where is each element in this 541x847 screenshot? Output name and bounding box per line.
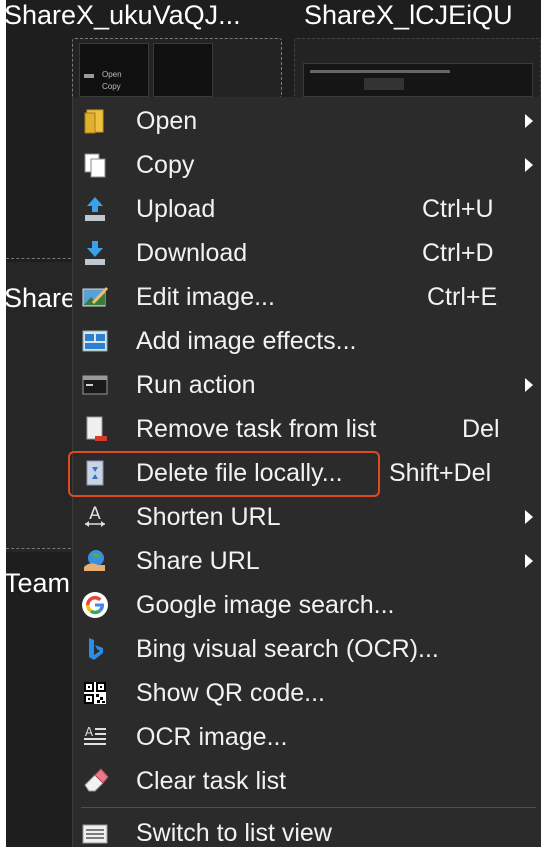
menu-item-shortcut: Ctrl+U [422, 195, 494, 223]
menu-item-add-image-effects[interactable]: Add image effects... [73, 319, 541, 363]
menu-item-shortcut: Ctrl+D [422, 239, 494, 267]
menu-item-shortcut: Shift+Del [389, 459, 492, 487]
menu-item-label: Bing visual search (OCR)... [136, 635, 439, 663]
thumbnail-item-open: Open [102, 70, 122, 79]
menu-item-label: Run action [136, 371, 256, 399]
menu-item-remove-task[interactable]: Remove task from list Del [73, 407, 541, 451]
menu-item-label: OCR image... [136, 723, 288, 751]
task-thumbnail-2[interactable] [294, 38, 541, 98]
menu-item-open[interactable]: Open [73, 99, 541, 143]
open-folder-icon [84, 109, 104, 134]
submenu-arrow-icon [525, 510, 533, 524]
thumbnail-bullet [84, 74, 94, 78]
ocr-icon: A [84, 725, 106, 745]
menu-item-label: Open [136, 107, 198, 135]
shorten-url-icon: A [85, 504, 105, 527]
menu-item-run-action[interactable]: Run action [73, 363, 541, 407]
thumbnail-item-copy: Copy [102, 82, 121, 91]
menu-item-switch-to-list-view[interactable]: Switch to list view [73, 811, 541, 847]
task-tab-2[interactable]: ShareX_lCJEiQU [304, 0, 541, 32]
menu-item-share-url[interactable]: Share URL [73, 539, 541, 583]
menu-item-copy[interactable]: Copy [73, 143, 541, 187]
remove-task-icon [86, 416, 107, 441]
menu-item-label: Show QR code... [136, 679, 325, 707]
menu-item-clear-task-list[interactable]: Clear task list [73, 759, 541, 803]
menu-item-label: Shorten URL [136, 503, 281, 531]
menu-item-ocr-image[interactable]: A OCR image... [73, 715, 541, 759]
task-thumbnail-1[interactable]: Open Copy [72, 38, 282, 98]
thumbnail-bar [310, 70, 450, 73]
bing-icon [89, 638, 103, 660]
menu-item-label: Clear task list [136, 767, 287, 795]
share-url-icon [84, 550, 105, 571]
edit-image-icon [82, 286, 109, 307]
thumbnail-preview-left: Open Copy [79, 43, 149, 97]
qr-code-icon [84, 682, 106, 704]
submenu-arrow-icon [525, 114, 533, 128]
menu-item-label: Share URL [136, 547, 260, 575]
download-icon [85, 241, 105, 265]
menu-item-download[interactable]: Download Ctrl+D [73, 231, 541, 275]
google-icon [82, 592, 108, 618]
menu-item-label: Edit image... [136, 283, 275, 311]
menu-item-label: Switch to list view [136, 819, 332, 847]
menu-item-label: Add image effects... [136, 327, 357, 355]
background-label-team: Team [4, 568, 71, 598]
run-action-icon [82, 375, 108, 395]
copy-icon [84, 153, 106, 178]
thumbnail-preview-right [303, 63, 533, 97]
menu-item-bing-visual-search[interactable]: Bing visual search (OCR)... [73, 627, 541, 671]
menu-item-label: Upload [136, 195, 216, 223]
submenu-arrow-icon [525, 554, 533, 568]
thumbnail-preview-mid [153, 43, 213, 97]
highlight-box [68, 451, 380, 497]
divider [6, 548, 76, 549]
upload-icon [85, 197, 105, 221]
menu-item-google-image-search[interactable]: Google image search... [73, 583, 541, 627]
menu-item-edit-image[interactable]: Edit image... Ctrl+E [73, 275, 541, 319]
menu-item-upload[interactable]: Upload Ctrl+U [73, 187, 541, 231]
image-effects-icon [82, 330, 108, 352]
eraser-icon [84, 768, 109, 792]
divider [6, 258, 76, 259]
menu-item-shortcut: Ctrl+E [427, 283, 498, 311]
menu-item-shorten-url[interactable]: A Shorten URL [73, 495, 541, 539]
background-label-share: Share [4, 283, 74, 313]
submenu-arrow-icon [525, 378, 533, 392]
submenu-arrow-icon [525, 158, 533, 172]
svg-text:A: A [89, 504, 101, 524]
menu-item-label: Remove task from list [136, 415, 377, 443]
menu-item-label: Download [136, 239, 248, 267]
menu-item-show-qr-code[interactable]: Show QR code... [73, 671, 541, 715]
thumbnail-field [364, 78, 404, 90]
task-tab-1[interactable]: ShareX_ukuVaQJ... [4, 0, 284, 32]
menu-item-shortcut: Del [462, 415, 500, 443]
menu-item-label: Copy [136, 151, 195, 179]
menu-separator [81, 807, 536, 808]
list-view-icon [82, 824, 108, 844]
menu-item-label: Google image search... [136, 591, 395, 619]
svg-text:A: A [85, 725, 94, 739]
